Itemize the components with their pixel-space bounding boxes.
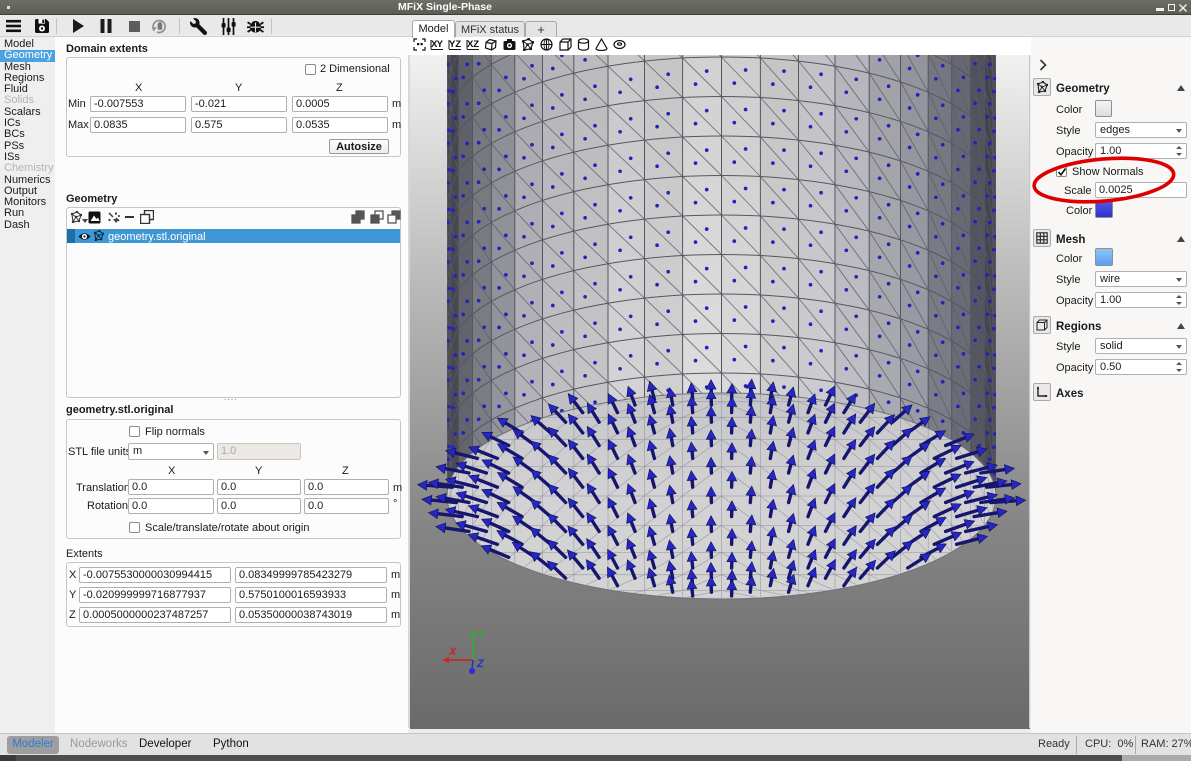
svg-text:Z: Z [476, 658, 485, 670]
svg-text:X: X [448, 646, 457, 658]
svg-text:XY: XY [431, 39, 444, 50]
svg-text:XZ: XZ [467, 39, 479, 50]
svg-text:YZ: YZ [449, 39, 461, 50]
